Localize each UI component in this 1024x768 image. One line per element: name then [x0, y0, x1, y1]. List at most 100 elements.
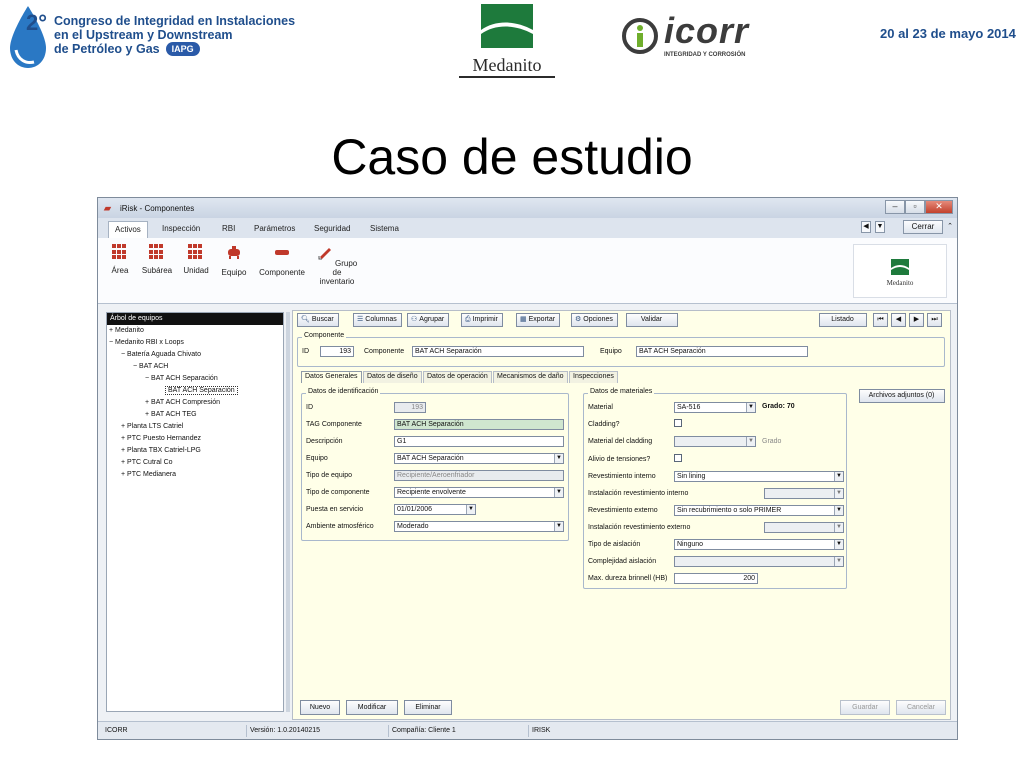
ribbon-unidad-button[interactable]: Unidad — [182, 244, 210, 275]
tab-inspeccion[interactable]: Inspección — [156, 221, 206, 238]
grado-label: Grado: 70 — [762, 403, 795, 410]
tree-item[interactable]: + Medanito — [109, 327, 144, 334]
tree-item[interactable]: + Planta LTS Catriel — [121, 423, 183, 430]
tree-item[interactable]: − BAT ACH Separación — [145, 375, 218, 382]
congress-line-3: de Petróleo y Gas IAPG — [54, 42, 295, 56]
tipo-equipo-field: Recipiente/Aeroenfriador — [394, 470, 564, 481]
buscar-button[interactable]: 🔍︎ Buscar — [297, 313, 339, 327]
tab-rbi[interactable]: RBI — [216, 221, 241, 238]
tree-item[interactable]: + BAT ACH Compresión — [145, 399, 220, 406]
imprimir-button[interactable]: ⎙ Imprimir — [461, 313, 503, 327]
opciones-button[interactable]: ⚙ Opciones — [571, 313, 618, 327]
ribbon-componente-button[interactable]: Componente — [256, 244, 308, 277]
modificar-button[interactable]: Modificar — [346, 700, 398, 715]
material-select[interactable]: SA-516 ▼ — [674, 402, 756, 413]
icorr-tagline: INTEGRIDAD Y CORROSIÓN — [664, 52, 746, 58]
congress-line-2: en el Upstream y Downstream — [54, 28, 233, 42]
edit-icon — [318, 248, 331, 260]
revestimiento-externo-select[interactable]: Sin recubrimiento o solo PRIMER ▼ — [674, 505, 844, 516]
pane-splitter[interactable] — [286, 312, 290, 712]
tree-item[interactable]: + Planta TBX Catriel-LPG — [121, 447, 201, 454]
descripcion-field[interactable]: G1 — [394, 436, 564, 447]
chevron-down-icon: ▼ — [834, 557, 843, 566]
vessel-icon — [228, 246, 240, 259]
equipment-tree: Árbol de equipos + Medanito − Medanito R… — [106, 312, 284, 712]
tab-datos-operacion[interactable]: Datos de operación — [423, 371, 492, 383]
tree-item-selected[interactable]: BAT ACH Separación — [165, 386, 238, 395]
cerrar-button[interactable]: Cerrar — [903, 220, 943, 234]
tab-datos-generales[interactable]: Datos Generales — [301, 371, 362, 383]
chevron-down-icon: ▼ — [834, 523, 843, 532]
columnas-button[interactable]: ☰ Columnas — [353, 313, 402, 327]
dropdown-arrow-icon[interactable]: ▼ — [875, 221, 885, 233]
componente-group: Componente ID 193 Componente BAT ACH Sep… — [297, 332, 945, 367]
status-company: ICORR — [105, 727, 128, 734]
congress-line-1: Congreso de Integridad en Instalaciones — [54, 14, 296, 28]
tree-item[interactable]: + PTC Medianera — [121, 471, 176, 478]
scroll-left-icon[interactable]: ◀ — [861, 221, 871, 233]
grid-icon — [112, 244, 128, 260]
puesta-servicio-date[interactable]: 01/01/2006 ▼ — [394, 504, 476, 515]
first-record-icon[interactable]: ⏮ — [873, 313, 888, 327]
ribbon-grupo-inventario-button[interactable]: Grupo de inventario — [316, 244, 358, 286]
close-window-button[interactable]: ✕ — [925, 200, 953, 214]
tree-item[interactable]: − Batería Aguada Chivato — [121, 351, 201, 358]
last-record-icon[interactable]: ⏭ — [927, 313, 942, 327]
icorr-mark-icon — [622, 18, 658, 54]
tree-item[interactable]: + BAT ACH TEG — [145, 411, 197, 418]
ambiente-select[interactable]: Moderado ▼ — [394, 521, 564, 532]
revestimiento-interno-select[interactable]: Sin lining ▼ — [674, 471, 844, 482]
tipo-aislacion-select[interactable]: Ninguno ▼ — [674, 539, 844, 550]
status-compania: Compañía: Cliente 1 — [388, 725, 528, 737]
export-icon: ▦ — [520, 316, 527, 323]
maximize-button[interactable]: ▫ — [905, 200, 925, 214]
agrupar-button[interactable]: ⚇ Agrupar — [407, 313, 450, 327]
instalacion-rev-interno-select: ▼ — [764, 488, 844, 499]
alivio-tensiones-checkbox[interactable] — [674, 454, 682, 462]
archivos-adjuntos-button[interactable]: Archivos adjuntos (0) — [859, 389, 945, 403]
collapse-ribbon-icon[interactable]: ⌃ — [947, 222, 953, 230]
tab-sistema[interactable]: Sistema — [364, 221, 405, 238]
tab-activos[interactable]: Activos — [108, 221, 148, 238]
equipo-select[interactable]: BAT ACH Separación ▼ — [394, 453, 564, 464]
medanito-logo: Medanito — [455, 4, 559, 78]
tab-seguridad[interactable]: Seguridad — [308, 221, 356, 238]
tab-datos-diseno[interactable]: Datos de diseño — [363, 371, 422, 383]
tab-inspecciones[interactable]: Inspecciones — [569, 371, 618, 383]
status-bar: ICORR Versión: 1.0.20140215 Compañía: Cl… — [98, 721, 957, 739]
ribbon-subarea-button[interactable]: Subárea — [140, 244, 174, 275]
tree-item[interactable]: + PTC Cutral Co — [121, 459, 173, 466]
tree-item[interactable]: + PTC Puesto Hernandez — [121, 435, 201, 442]
tag-componente-field[interactable]: BAT ACH Separación — [394, 419, 564, 430]
action-bar: Nuevo Modificar Eliminar Guardar Cancela… — [292, 698, 951, 718]
ribbon-equipo-button[interactable]: Equipo — [218, 244, 250, 277]
group-icon: ⚇ — [411, 316, 418, 323]
tree-item[interactable]: − Medanito RBI x Loops — [109, 339, 184, 346]
minimize-button[interactable]: – — [885, 200, 905, 214]
validar-button[interactable]: Validar — [626, 313, 678, 327]
guardar-button[interactable]: Guardar — [840, 700, 890, 715]
svg-text:2°: 2° — [26, 10, 47, 35]
ribbon: Área Subárea Unidad Equipo Componente Gr… — [98, 238, 957, 304]
tree-item[interactable]: − BAT ACH — [133, 363, 168, 370]
event-date: 20 al 23 de mayo 2014 — [880, 26, 1016, 41]
eliminar-button[interactable]: Eliminar — [404, 700, 452, 715]
listado-button[interactable]: Listado — [819, 313, 867, 327]
tab-parametros[interactable]: Parámetros — [248, 221, 301, 238]
componente-id-field[interactable]: 193 — [320, 346, 354, 357]
tipo-componente-select[interactable]: Recipiente envolvente ▼ — [394, 487, 564, 498]
slide: 2° Congreso de Integridad en Instalacion… — [0, 0, 1024, 768]
cancelar-button[interactable]: Cancelar — [896, 700, 946, 715]
complejidad-aislacion-select: ▼ — [674, 556, 844, 567]
exportar-button[interactable]: ▦ Exportar — [516, 313, 561, 327]
next-record-icon[interactable]: ▶ — [909, 313, 924, 327]
columns-icon: ☰ — [357, 316, 364, 323]
previous-record-icon[interactable]: ◀ — [891, 313, 906, 327]
tab-mecanismos-dano[interactable]: Mecanismos de daño — [493, 371, 568, 383]
componente-equipo-field[interactable]: BAT ACH Separación — [636, 346, 808, 357]
cladding-checkbox[interactable] — [674, 419, 682, 427]
dureza-brinnell-field[interactable]: 200 — [674, 573, 758, 584]
ribbon-area-button[interactable]: Área — [108, 244, 132, 275]
nuevo-button[interactable]: Nuevo — [300, 700, 340, 715]
componente-name-field[interactable]: BAT ACH Separación — [412, 346, 584, 357]
